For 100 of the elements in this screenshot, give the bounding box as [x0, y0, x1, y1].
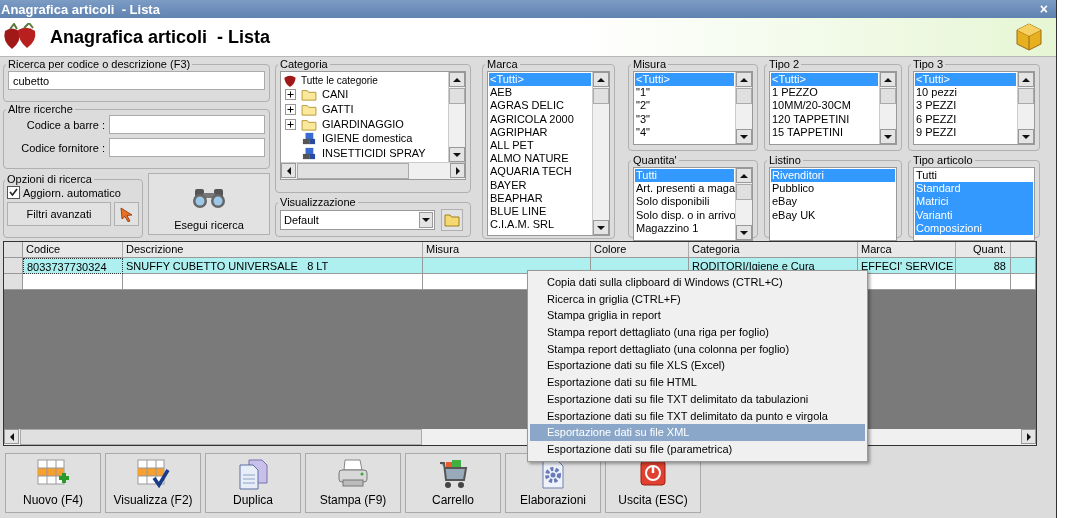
column-header[interactable]: Quant. — [956, 242, 1011, 258]
tree-item[interactable]: CANI — [322, 88, 349, 102]
list-item[interactable]: 6 PEZZI — [915, 112, 1016, 126]
group-label: Tipo articolo — [912, 154, 974, 166]
column-header[interactable]: Marca — [858, 242, 956, 258]
column-header[interactable]: Descrizione — [123, 242, 423, 258]
list-item[interactable]: AGRAS DELIC — [489, 99, 591, 113]
folder-icon — [300, 103, 318, 116]
search-field[interactable]: cubetto — [8, 71, 265, 90]
group-label: Categoria — [279, 58, 329, 70]
cursor-icon — [118, 206, 135, 222]
input-field[interactable] — [109, 138, 265, 157]
horizontal-scrollbar[interactable] — [281, 162, 465, 179]
list-item[interactable]: 3 PEZZI — [915, 99, 1016, 113]
expand-toggle[interactable] — [285, 89, 296, 101]
toolbar-button[interactable]: Duplica — [205, 453, 301, 513]
list-item[interactable]: AGRICOLA 2000 — [489, 112, 591, 126]
list-item[interactable]: Pubblico — [771, 182, 895, 196]
printer-icon — [336, 458, 370, 490]
table-row[interactable]: 8033737730324 SNUFFY CUBETTO UNIVERSALE 8 LT RODITORI/Igiene e Cura EFFECI' SERVICE 88 — [4, 258, 1036, 274]
folder-icon — [300, 88, 318, 102]
view-dropdown[interactable]: Default — [280, 210, 435, 230]
tree-item[interactable]: INSETTICIDI SPRAY — [322, 146, 426, 160]
list-item[interactable]: BAYER — [489, 178, 591, 192]
folder-icon — [300, 117, 318, 131]
list-item[interactable]: Solo disponibili — [635, 195, 734, 209]
group-label: Tipo 2 — [768, 58, 801, 70]
checkbox-label[interactable]: Aggiorn. automatico — [23, 186, 121, 199]
column-header[interactable]: Misura — [423, 242, 591, 258]
list-item[interactable]: 15 TAPPETINI — [771, 125, 878, 139]
field-label: Codice fornitore : — [21, 141, 105, 154]
list-item[interactable]: AGRIPHAR — [489, 125, 591, 139]
vertical-scrollbar[interactable] — [735, 72, 752, 144]
search-button[interactable]: Esegui ricerca — [148, 173, 270, 235]
menu-item[interactable]: Esportazione dati su file HTML — [530, 374, 865, 391]
list-item[interactable]: 1 PEZZO — [771, 86, 878, 100]
list-item[interactable]: "2" — [635, 99, 734, 113]
folder-icon — [444, 213, 460, 227]
checkbox[interactable] — [7, 186, 20, 199]
group-label: Marca — [486, 58, 519, 70]
group-label: Visualizzazione — [279, 196, 357, 208]
list-item[interactable]: Art. presenti a maga — [635, 182, 734, 196]
list-item[interactable]: C.I.A.M. SRL — [489, 218, 591, 232]
vertical-scrollbar[interactable] — [1017, 72, 1034, 144]
advanced-filters-button[interactable]: Filtri avanzati — [7, 202, 111, 226]
list-item[interactable]: eBay UK — [771, 208, 895, 222]
list-item[interactable]: eBay — [771, 195, 895, 209]
list-item[interactable]: 120 TAPPETINI — [771, 112, 878, 126]
group-label: Ricerca per codice o descrizione (F3) — [7, 58, 192, 70]
list-item[interactable]: "4" — [635, 125, 734, 139]
expand-toggle[interactable] — [285, 118, 296, 130]
column-header[interactable]: Codice — [23, 242, 123, 258]
grid-check-icon — [136, 458, 170, 490]
vertical-scrollbar[interactable] — [735, 168, 752, 240]
list-item[interactable]: "3" — [635, 112, 734, 126]
strawberry-icon — [283, 73, 297, 87]
toolbar-button[interactable]: Carrello — [405, 453, 501, 513]
menu-item[interactable]: Stampa report dettagliato (una riga per foglio) — [530, 324, 865, 341]
cube-icon — [300, 146, 318, 160]
menu-item[interactable]: Esportazione dati su file TXT delimitato da tabulazioni — [530, 390, 865, 408]
column-header[interactable] — [1011, 242, 1036, 258]
menu-item[interactable]: Esportazione dati su file XLS (Excel) — [530, 357, 865, 375]
menu-item[interactable]: Esportazione dati su file TXT delimitato da punto e virgola — [530, 407, 865, 425]
list-item[interactable]: ALL PET — [489, 138, 591, 153]
tree-item[interactable]: GIARDINAGGIO — [322, 117, 404, 131]
column-header[interactable]: Colore — [591, 242, 689, 258]
package-icon — [1016, 23, 1042, 51]
group-label: Listino — [768, 154, 802, 166]
pointer-button[interactable] — [114, 202, 139, 226]
toolbar-button[interactable]: Visualizza (F2) — [105, 453, 201, 513]
toolbar-button[interactable]: Nuovo (F4) — [5, 453, 101, 513]
tree-item[interactable]: GATTI — [322, 103, 354, 116]
list-item[interactable]: 10MM/20-30CM — [771, 99, 878, 113]
toolbar-button[interactable]: Stampa (F9) — [305, 453, 401, 513]
list-item[interactable]: ALMO NATURE — [489, 152, 591, 166]
expand-toggle[interactable] — [285, 104, 296, 115]
tree-item[interactable]: Tutte le categorie — [301, 73, 378, 87]
list-item[interactable]: 10 pezzi — [915, 86, 1016, 100]
list-item[interactable]: AQUARIA TECH — [489, 165, 591, 179]
input-field[interactable] — [109, 115, 265, 134]
group-label: Altre ricerche — [7, 103, 74, 115]
list-item[interactable]: AEB — [489, 86, 591, 100]
list-item[interactable]: Tutti — [915, 169, 1033, 183]
list-item[interactable]: "1" — [635, 86, 734, 100]
list-item[interactable]: BEAPHAR — [489, 191, 591, 205]
menu-item[interactable]: Stampa griglia in report — [530, 307, 865, 325]
list-item[interactable]: BLUE LINE — [489, 204, 591, 219]
group-label: Quantita' — [632, 154, 678, 166]
list-item[interactable]: Magazzino 1 — [635, 221, 734, 235]
list-item[interactable]: Solo disp. o in arrivo — [635, 208, 734, 222]
list-item[interactable]: 9 PEZZI — [915, 125, 1016, 139]
menu-item[interactable]: Copia dati sulla clipboard di Windows (CTRL+C) — [530, 274, 865, 291]
vertical-scrollbar[interactable] — [879, 72, 896, 144]
menu-item[interactable]: Stampa report dettagliato (una colonna per foglio) — [530, 340, 865, 358]
vertical-scrollbar[interactable] — [592, 72, 609, 235]
column-header[interactable]: Categoria — [689, 242, 858, 258]
vertical-scrollbar[interactable] — [448, 72, 465, 162]
tree-item[interactable]: IGIENE domestica — [322, 132, 413, 146]
cube-icon — [300, 132, 318, 146]
menu-item[interactable]: Ricerca in griglia (CTRL+F) — [530, 290, 865, 308]
